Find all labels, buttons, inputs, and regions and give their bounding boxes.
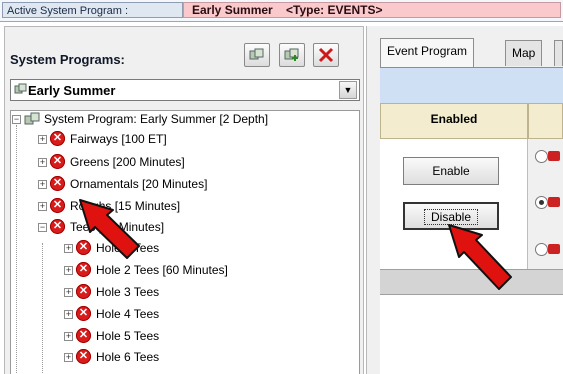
callout-arrow-icon <box>448 224 512 290</box>
tab-event-program[interactable]: Event Program <box>380 38 475 67</box>
